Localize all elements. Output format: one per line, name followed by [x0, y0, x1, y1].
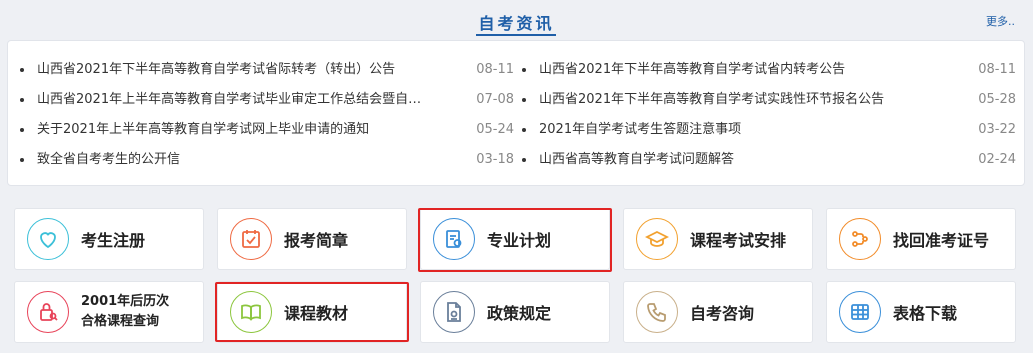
news-item[interactable]: 山西省2021年上半年高等教育自学考试毕业审定工作总结会暨自… 07-08	[20, 85, 516, 115]
service-label: 自考咨询	[690, 304, 755, 323]
news-section-title: 自考资讯	[478, 14, 555, 33]
news-item-date: 03-22	[978, 122, 1016, 137]
bullet-icon	[522, 98, 526, 102]
news-item-title[interactable]: 山西省高等教育自学考试问题解答	[539, 145, 939, 175]
service-card-course-textbooks[interactable]: 课程教材	[217, 281, 407, 343]
service-card-policy[interactable]: 政策规定	[420, 281, 610, 343]
news-item-title[interactable]: 致全省自考考生的公开信	[37, 145, 437, 175]
news-item[interactable]: 山西省2021年下半年高等教育自学考试省际转考（转出）公告 08-11	[20, 55, 516, 85]
news-item-date: 08-11	[978, 62, 1016, 77]
service-label-line1: 2001年后历次	[81, 294, 170, 309]
more-link[interactable]: 更多..	[986, 13, 1015, 29]
bullet-icon	[522, 68, 526, 72]
news-column-left: 山西省2021年下半年高等教育自学考试省际转考（转出）公告 08-11 山西省20…	[20, 55, 516, 175]
service-label-line2: 合格课程查询	[81, 314, 160, 329]
news-item-date: 07-08	[476, 92, 514, 107]
service-label: 政策规定	[487, 304, 552, 323]
service-card-student-registration[interactable]: 考生注册	[14, 208, 204, 270]
bullet-icon	[20, 68, 24, 72]
bullet-icon	[20, 128, 24, 132]
bullet-icon	[20, 98, 24, 102]
news-item[interactable]: 山西省2021年下半年高等教育自学考试省内转考公告 08-11	[522, 55, 1018, 85]
service-label: 专业计划	[487, 231, 552, 250]
news-header: 自考资讯 更多..	[0, 0, 1033, 38]
table-grid-icon	[839, 291, 881, 333]
news-item-date: 02-24	[978, 152, 1016, 167]
news-item[interactable]: 2021年自学考试考生答题注意事项 03-22	[522, 115, 1018, 145]
news-item-title[interactable]: 山西省2021年下半年高等教育自学考试省内转考公告	[539, 55, 939, 85]
bullet-icon	[20, 158, 24, 162]
bullet-icon	[522, 158, 526, 162]
news-item-date: 08-11	[476, 62, 514, 77]
news-item-title[interactable]: 山西省2021年下半年高等教育自学考试实践性环节报名公告	[539, 85, 939, 115]
news-item[interactable]: 致全省自考考生的公开信 03-18	[20, 145, 516, 175]
service-label: 课程考试安排	[690, 231, 787, 250]
news-item-date: 03-18	[476, 152, 514, 167]
heart-icon	[27, 218, 69, 260]
calendar-check-icon	[230, 218, 272, 260]
service-label: 课程教材	[284, 304, 349, 323]
service-card-course-schedule[interactable]: 课程考试安排	[623, 208, 813, 270]
service-label: 考生注册	[81, 231, 146, 250]
service-card-course-query[interactable]: 2001年后历次 合格课程查询	[14, 281, 204, 343]
news-item-title[interactable]: 山西省2021年下半年高等教育自学考试省际转考（转出）公告	[37, 55, 437, 85]
news-item[interactable]: 山西省高等教育自学考试问题解答 02-24	[522, 145, 1018, 175]
retrieve-flow-icon	[839, 218, 881, 260]
bullet-icon	[522, 128, 526, 132]
service-card-retrieve-ticket[interactable]: 找回准考证号	[826, 208, 1016, 270]
open-book-icon	[230, 291, 272, 333]
news-item-title[interactable]: 山西省2021年上半年高等教育自学考试毕业审定工作总结会暨自…	[37, 85, 437, 115]
news-item-title[interactable]: 关于2021年上半年高等教育自学考试网上毕业申请的通知	[37, 115, 437, 145]
news-item[interactable]: 关于2021年上半年高等教育自学考试网上毕业申请的通知 05-24	[20, 115, 516, 145]
service-card-exam-guide[interactable]: 报考简章	[217, 208, 407, 270]
document-plan-icon	[433, 218, 475, 260]
news-item[interactable]: 山西省2021年下半年高等教育自学考试实践性环节报名公告 05-28	[522, 85, 1018, 115]
title-underline	[476, 34, 556, 36]
news-list-panel: 山西省2021年下半年高等教育自学考试省际转考（转出）公告 08-11 山西省20…	[7, 40, 1025, 186]
lock-search-icon	[27, 291, 69, 333]
service-label: 报考简章	[284, 231, 349, 250]
document-stamp-icon	[433, 291, 475, 333]
service-card-consultation[interactable]: 自考咨询	[623, 281, 813, 343]
service-label: 表格下载	[893, 304, 958, 323]
service-card-major-plan[interactable]: 专业计划	[420, 208, 610, 270]
service-card-form-download[interactable]: 表格下载	[826, 281, 1016, 343]
news-item-date: 05-24	[476, 122, 514, 137]
phone-icon	[636, 291, 678, 333]
graduation-cap-icon	[636, 218, 678, 260]
service-grid: 考生注册 报考简章 专业计划 课程考试安排 找回准考证号 2001年后历次 合格…	[14, 208, 1026, 348]
service-label: 2001年后历次 合格课程查询	[81, 282, 169, 342]
news-item-date: 05-28	[978, 92, 1016, 107]
news-item-title[interactable]: 2021年自学考试考生答题注意事项	[539, 115, 939, 145]
news-column-right: 山西省2021年下半年高等教育自学考试省内转考公告 08-11 山西省2021年下…	[522, 55, 1018, 175]
service-label: 找回准考证号	[893, 231, 990, 250]
